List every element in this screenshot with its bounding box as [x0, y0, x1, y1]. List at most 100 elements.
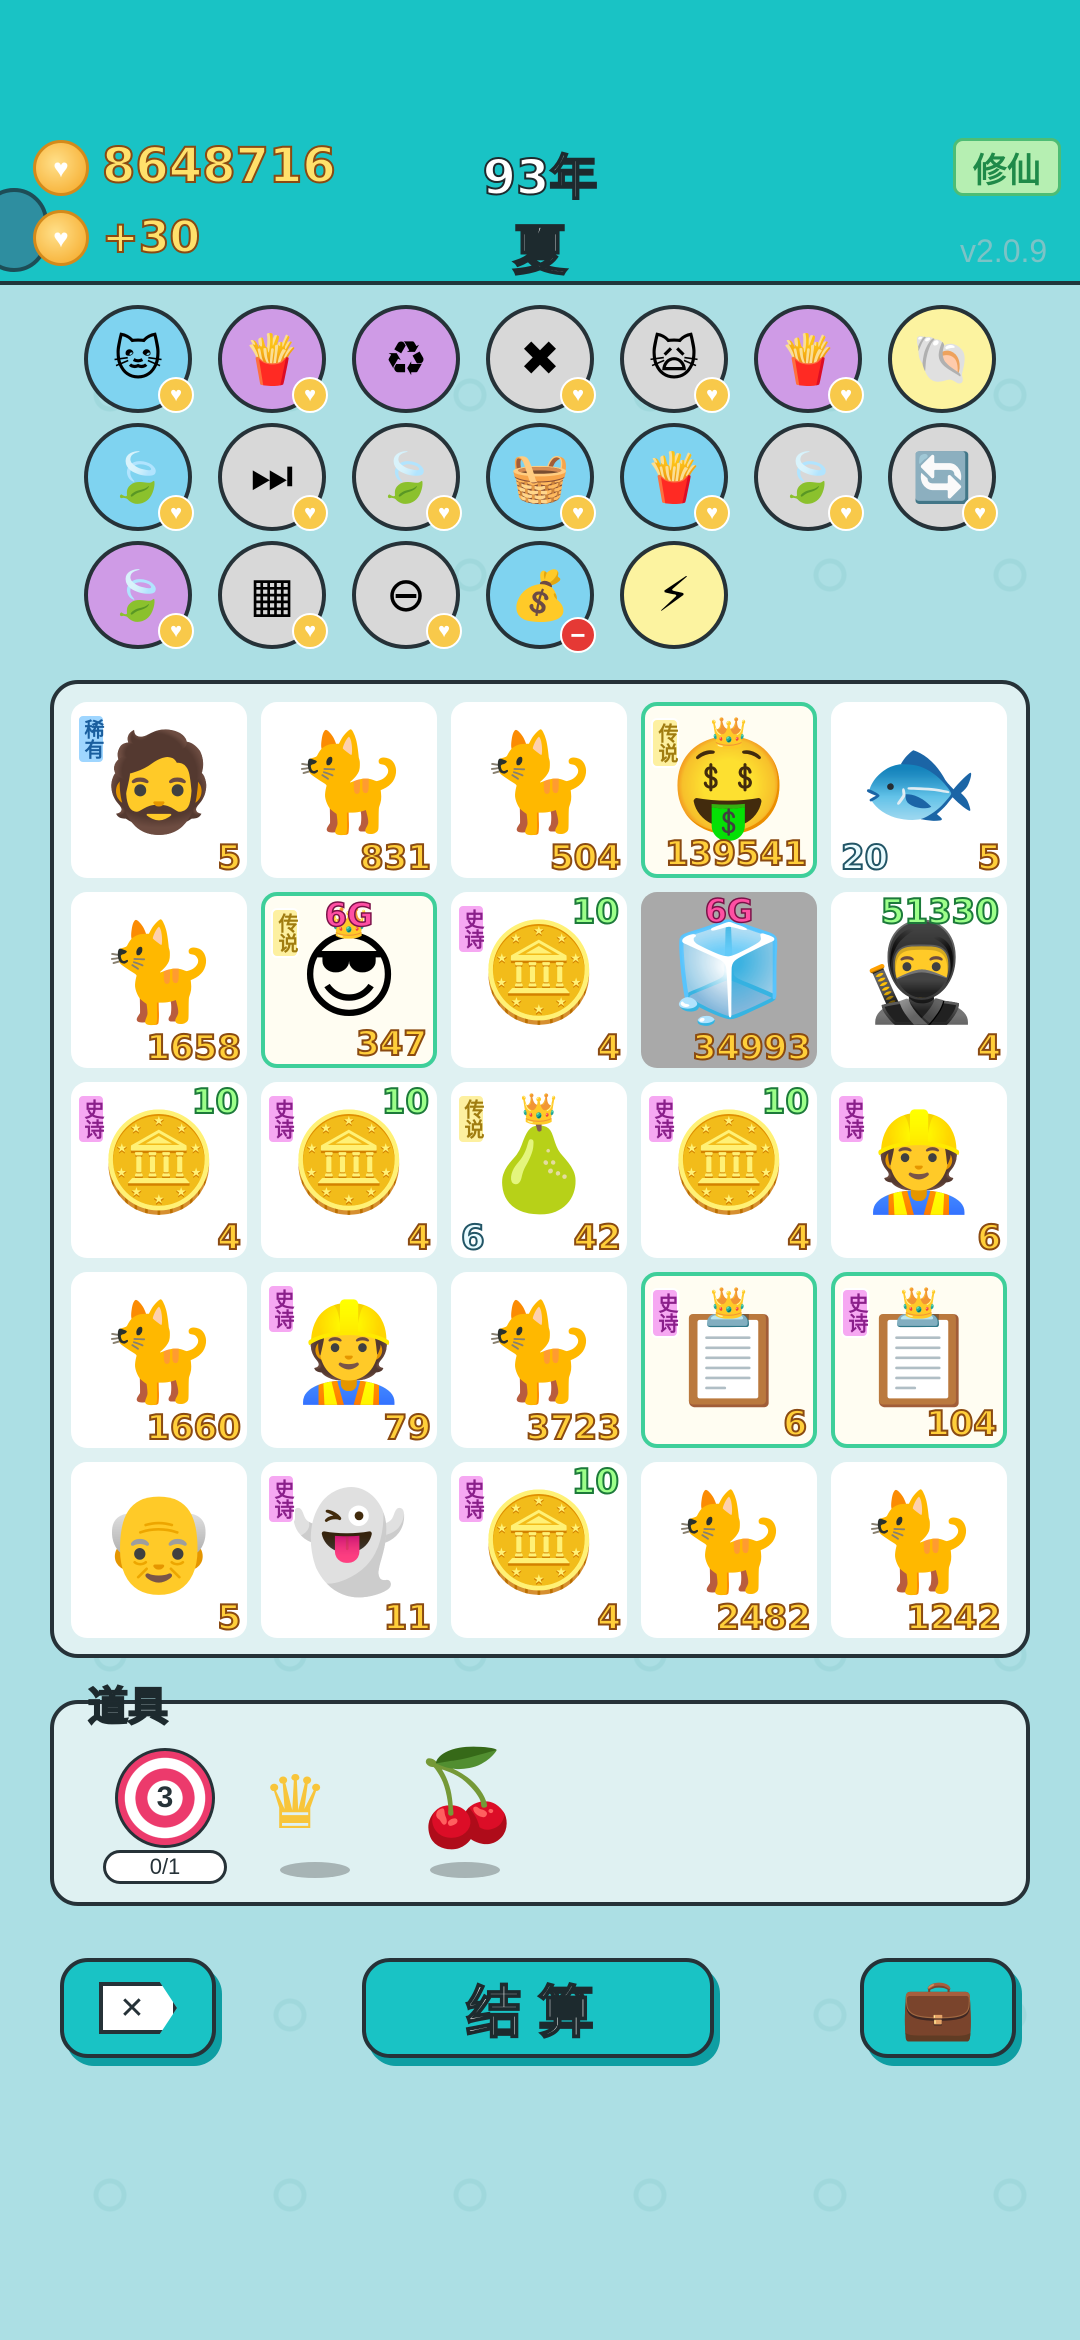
tile-coin-cut[interactable]: 🪙 史诗 10 4 [641, 1081, 817, 1259]
top-bar: ♥ 8648716 ♥ +30 93年 夏 修仙 v2.0.9 [0, 0, 1080, 285]
tile-ctrl-cv[interactable]: 📋 👑 史诗 6 [641, 1272, 817, 1448]
skill-no-entry-icon[interactable]: ⊖ ♥ [352, 541, 462, 649]
heart-badge-icon: ♥ [560, 377, 596, 413]
cat-icon: 🐱 [112, 333, 164, 386]
fish-icon: 🐟 [859, 729, 979, 836]
tile-coin-cut[interactable]: 🪙 史诗 10 4 [451, 891, 627, 1069]
skill-recycle-icon[interactable]: ♻ [352, 305, 460, 413]
tile-ghost[interactable]: 👻 史诗 11 [261, 1462, 437, 1639]
tile-cat[interactable]: 🐈 831 [261, 702, 437, 879]
heart-badge-icon: ♥ [158, 377, 194, 413]
version-label: v2.0.9 [960, 233, 1048, 269]
settle-button[interactable]: 结算 [362, 1958, 714, 2058]
skill-shell-icon[interactable]: 🐚 [888, 305, 996, 413]
skill-fries-icon[interactable]: 🍟 ♥ [620, 423, 730, 531]
crown-item-icon[interactable]: ♛ [262, 1760, 328, 1846]
rarity-tag: 史诗 [647, 1094, 675, 1144]
tile-cat[interactable]: 🐈 1660 [71, 1272, 247, 1449]
tile-coin-cut[interactable]: 🪙 史诗 10 4 [261, 1081, 437, 1259]
season-label: 夏 [512, 218, 568, 283]
rarity-tag: 史诗 [77, 1094, 105, 1144]
tile-value: 139541 [664, 833, 808, 875]
rarity-tag: 史诗 [267, 1094, 295, 1144]
tile-pear-king[interactable]: 🍐 👑 传说 6 42 [451, 1082, 627, 1259]
skill-leaf-icon[interactable]: 🍃 ♥ [352, 423, 462, 531]
tile-counter-value: 20 [840, 837, 889, 879]
skill-skip-icon[interactable]: ⏭ ♥ [218, 423, 328, 531]
tile-fish[interactable]: 🐟 20 5 [831, 702, 1007, 879]
skill-fruit-basket-icon[interactable]: 🧺 ♥ [486, 423, 596, 531]
close-icon: ✕ [99, 1982, 177, 2034]
skill-leaf-icon[interactable]: 🍃 ♥ [84, 541, 194, 649]
skill-sugar-cubes-icon[interactable]: ▦ ♥ [218, 541, 328, 649]
skill-cat-icon[interactable]: 🐱 ♥ [84, 305, 194, 413]
tile-cat[interactable]: 🐈 2482 [641, 1462, 817, 1639]
tile-ctrl-cv[interactable]: 📋 👑 史诗 104 [831, 1272, 1007, 1448]
tile-grumpy-worker[interactable]: 👷 史诗 79 [261, 1272, 437, 1449]
tile-cat[interactable]: 🐈 3723 [451, 1272, 627, 1449]
heart-badge-icon: ♥ [426, 613, 462, 649]
tile-fridge[interactable]: 🧊 6G 34993 [641, 891, 817, 1069]
heart-badge-icon: ♥ [828, 377, 864, 413]
lightning-icon: ⚡ [657, 569, 691, 622]
skill-bag-icon[interactable]: 💰 − [486, 541, 596, 653]
tile-value: 831 [359, 837, 432, 879]
tile-thief[interactable]: 🥷 51330 4 [831, 891, 1007, 1069]
tile-value: 104 [925, 1403, 998, 1445]
lychee-item-shadow [430, 1862, 500, 1878]
remove-button[interactable]: ✕ [60, 1958, 216, 2058]
rarity-tag: 传说 [457, 1094, 485, 1144]
lychee-item-icon[interactable]: 🍒 [410, 1745, 525, 1852]
tile-cool-king[interactable]: 😎 👑 6G 传说 347 [261, 892, 437, 1068]
rarity-tag: 史诗 [651, 1288, 679, 1338]
heart-badge-icon: ♥ [694, 495, 730, 531]
heart-badge-icon: ♥ [962, 495, 998, 531]
tile-coin-cut[interactable]: 🪙 史诗 10 4 [451, 1461, 627, 1639]
skill-lightning-icon[interactable]: ⚡ [620, 541, 728, 649]
tile-value: 3723 [525, 1407, 622, 1449]
cat-icon: 🐈 [479, 1299, 599, 1406]
heart-badge-icon: ♥ [426, 495, 462, 531]
bag-icon: 💰 [510, 569, 570, 623]
rarity-tag: 史诗 [457, 1474, 485, 1524]
tile-value: 2482 [715, 1597, 812, 1639]
tile-old-man[interactable]: 👴 5 [71, 1462, 247, 1639]
tile-bonus-value: 10 [571, 891, 620, 933]
rarity-tag: 史诗 [837, 1094, 865, 1144]
tile-value: 5 [216, 1597, 242, 1639]
heart-badge-icon: ♥ [560, 495, 596, 531]
recycle-icon: ♻ [384, 333, 428, 386]
skill-fries-icon[interactable]: 🍟 ♥ [754, 305, 864, 413]
fries-icon: 🍟 [778, 333, 838, 387]
briefcase-button[interactable]: 💼 [860, 1958, 1016, 2058]
heart-badge-icon: ♥ [292, 613, 328, 649]
skill-delete-tag-icon[interactable]: ✖ ♥ [486, 305, 596, 413]
skill-leaf-icon[interactable]: 🍃 ♥ [754, 423, 864, 531]
tile-cat[interactable]: 🐈 504 [451, 702, 627, 879]
tile-value: 4 [596, 1597, 622, 1639]
tile-grumpy-worker[interactable]: 👷 史诗 6 [831, 1082, 1007, 1259]
skill-leaf-icon[interactable]: 🍃 ♥ [84, 423, 194, 531]
rarity-tag: 稀有 [77, 714, 105, 764]
skip-icon: ⏭ [250, 450, 294, 503]
skill-cat-eyes-icon[interactable]: 🙀 ♥ [620, 305, 730, 413]
heart-badge-icon: ♥ [292, 377, 328, 413]
xiuxian-button[interactable]: 修仙 [953, 138, 1061, 196]
tile-cat[interactable]: 🐈 1658 [71, 892, 247, 1069]
skill-refresh-icon[interactable]: 🔄 ♥ [888, 423, 998, 531]
rarity-tag: 史诗 [841, 1288, 869, 1338]
heart-badge-icon: ♥ [292, 495, 328, 531]
heart-badge-icon: ♥ [828, 495, 864, 531]
tile-bandit[interactable]: 🧔 稀有 5 [71, 702, 247, 879]
skill-fries-icon[interactable]: 🍟 ♥ [218, 305, 328, 413]
fries-icon: 🍟 [644, 451, 704, 505]
tile-coin-cut[interactable]: 🪙 史诗 10 4 [71, 1081, 247, 1259]
cat-icon: 🐈 [99, 919, 219, 1026]
tile-value: 4 [406, 1217, 432, 1259]
target-item-icon[interactable]: 3 [115, 1748, 215, 1848]
rarity-tag: 史诗 [457, 904, 485, 954]
tile-value: 6 [782, 1403, 808, 1445]
tile-value: 1242 [905, 1597, 1002, 1639]
tile-cat[interactable]: 🐈 1242 [831, 1462, 1007, 1639]
tile-king-boss[interactable]: 🤑 👑 传说 139541 [641, 702, 817, 878]
